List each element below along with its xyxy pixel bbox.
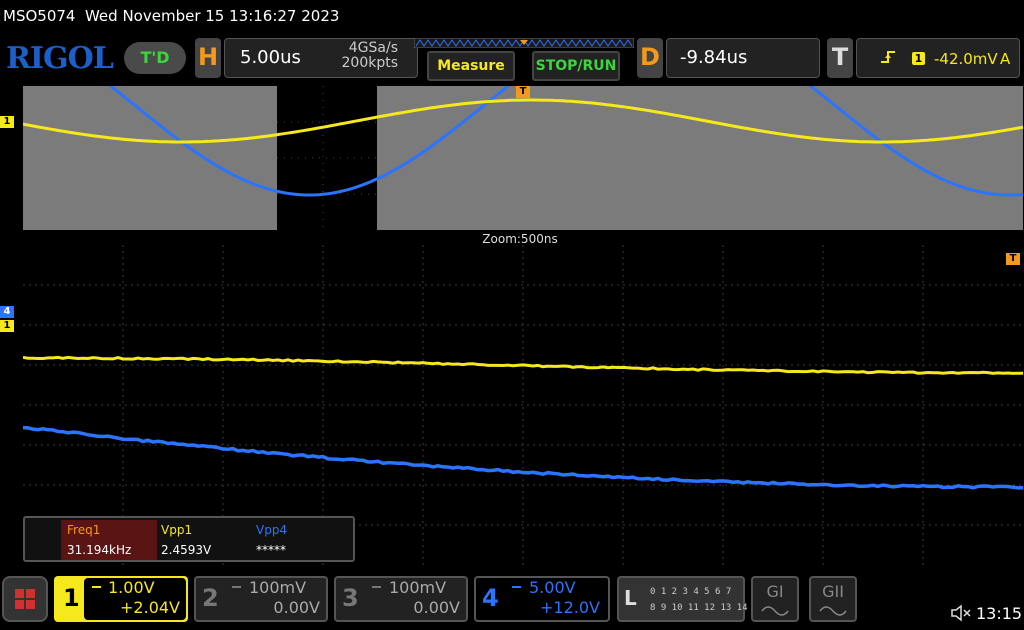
logic-letter: L [624, 586, 637, 610]
channel-4-number: 4 [482, 584, 499, 612]
measurement-value: 2.4593V [161, 540, 251, 560]
measurement-value: 31.194kHz [67, 540, 157, 560]
delay-menu-button[interactable]: D [637, 38, 663, 78]
measurement-header: Vpp1 [161, 520, 251, 540]
stop-run-button[interactable]: STOP/RUN [532, 51, 620, 81]
overview-traces [23, 86, 1023, 230]
generator-1-label: GI [753, 582, 797, 601]
overview-trigger-marker[interactable]: T [516, 86, 530, 98]
channel-1-scale: 1.00V [108, 578, 155, 597]
measure-button[interactable]: Measure [427, 51, 515, 81]
trigger-menu-button[interactable]: T [827, 38, 853, 78]
ch4-zoom-trace [23, 428, 1023, 488]
system-clock: 13:15 [976, 604, 1022, 623]
channel-3-number: 3 [342, 584, 359, 612]
acquisition-info: 4GSa/s 200kpts [300, 41, 398, 71]
sine-wave-icon [819, 606, 847, 616]
speaker-muted-icon[interactable] [950, 604, 972, 622]
generator-1-button[interactable]: GI [751, 576, 799, 622]
measurement-header: Vpp4 [256, 520, 346, 540]
rigol-logo: RIGOL [6, 40, 113, 78]
sine-wave-icon [761, 606, 789, 616]
dc-coupling-icon [92, 586, 101, 588]
measurement-header: Freq1 [67, 520, 157, 540]
logic-channels-row2: 8 9 10 11 12 13 14 15 [650, 603, 764, 613]
delay-value: -9.84us [680, 47, 747, 68]
memory-depth: 200kpts [300, 56, 398, 71]
dc-coupling-icon [512, 586, 521, 588]
rising-edge-icon [880, 49, 896, 65]
ch1-position-marker[interactable]: 1 [0, 320, 14, 332]
trigger-level: -42.0mV [934, 50, 998, 68]
window-title: MSO5074 Wed November 15 13:16:27 2023 [0, 0, 1024, 34]
sample-rate: 4GSa/s [300, 41, 398, 56]
time-delay-mode-button[interactable]: T'D [124, 42, 186, 74]
channel-2-offset: 0.00V [240, 598, 320, 617]
channel-4-offset: +12.0V [520, 598, 600, 617]
timebase-value: 5.00us [240, 47, 301, 68]
overview-ch1-marker[interactable]: 1 [0, 116, 14, 128]
horizontal-menu-button[interactable]: H [195, 38, 221, 78]
ch4-position-marker[interactable]: 4 [0, 306, 14, 318]
channel-1-number: 1 [63, 584, 80, 612]
generator-2-label: GII [811, 582, 855, 601]
measurement-freq1[interactable]: Freq1 31.194kHz [61, 520, 157, 560]
channel-2-scale: 100mV [249, 578, 306, 597]
zoom-trigger-marker[interactable]: T [1006, 253, 1020, 265]
channel-2-number: 2 [202, 584, 219, 612]
logic-channels-row1: 0 1 2 3 4 5 6 7 [650, 587, 731, 597]
channel-3-scale: 100mV [389, 578, 446, 597]
channel-1-offset: +2.04V [100, 598, 180, 617]
dc-coupling-icon [232, 586, 241, 588]
measurement-vpp1[interactable]: Vpp1 2.4593V [155, 520, 251, 560]
channel-3-offset: 0.00V [380, 598, 460, 617]
channel-4-scale: 5.00V [529, 578, 576, 597]
measurement-value: ***** [256, 540, 346, 560]
memory-position-strip[interactable] [414, 38, 634, 48]
generator-2-button[interactable]: GII [809, 576, 857, 622]
trigger-source-badge: 1 [912, 52, 925, 65]
trigger-mode: A [1000, 50, 1010, 68]
home-menu-button[interactable] [2, 576, 48, 622]
grid-menu-icon [4, 578, 46, 620]
dc-coupling-icon [372, 586, 381, 588]
zoom-timebase-label: Zoom:500ns [440, 232, 600, 246]
measurement-vpp4[interactable]: Vpp4 ***** [250, 520, 346, 560]
